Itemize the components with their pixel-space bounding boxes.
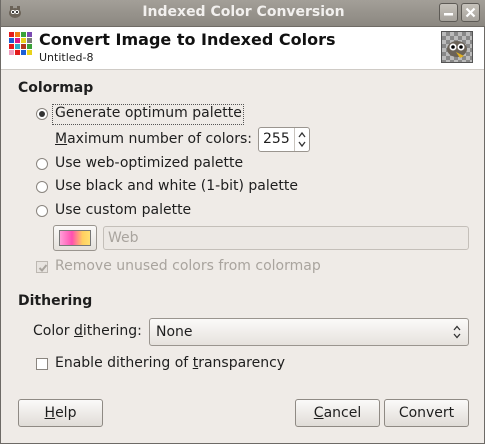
- radio-optimum-palette[interactable]: [36, 108, 48, 120]
- checkbox-remove-unused[interactable]: [36, 261, 48, 273]
- image-thumbnail-icon: [441, 31, 473, 63]
- dialog-header: Convert Image to Indexed Colors Untitled…: [1, 27, 484, 70]
- transparency-pre: Enable dithering of: [55, 355, 193, 371]
- help-button[interactable]: Help: [18, 399, 103, 427]
- radio-web-palette[interactable]: [36, 158, 48, 170]
- spin-down-icon: [298, 141, 306, 148]
- mnemonic-h: H: [44, 405, 56, 421]
- convert-button[interactable]: Convert: [384, 399, 469, 427]
- transparency-post: ransparency: [198, 355, 286, 371]
- checkbox-dither-transparency[interactable]: [36, 358, 48, 370]
- spin-arrows[interactable]: [294, 128, 309, 151]
- title-bar[interactable]: Indexed Color Conversion: [1, 0, 485, 27]
- close-button[interactable]: [461, 3, 480, 22]
- label-optimum-palette[interactable]: Generate optimum palette: [55, 105, 242, 121]
- header-subtitle: Untitled-8: [39, 51, 94, 64]
- cancel-text: ancel: [323, 405, 362, 421]
- mnemonic-d: d: [74, 323, 83, 339]
- label-web-palette[interactable]: Use web-optimized palette: [55, 155, 243, 171]
- color-dithering-post: ithering:: [82, 323, 142, 339]
- max-colors-text: aximum number of colors:: [67, 131, 252, 147]
- label-bw-palette[interactable]: Use black and white (1-bit) palette: [55, 178, 298, 194]
- cancel-button[interactable]: Cancel: [295, 399, 380, 427]
- mnemonic-c: C: [313, 405, 324, 421]
- palette-swatch-button[interactable]: [53, 225, 97, 251]
- minimize-button[interactable]: [439, 3, 458, 22]
- dithering-heading: Dithering: [18, 293, 93, 309]
- label-color-dithering: Color dithering:: [33, 323, 142, 339]
- color-dithering-select[interactable]: None: [149, 318, 469, 346]
- custom-palette-field[interactable]: Web: [103, 226, 469, 250]
- radio-bw-palette[interactable]: [36, 181, 48, 193]
- spin-up-icon: [298, 131, 306, 138]
- dialog-window: Indexed Color Conversion Convert Image t…: [0, 0, 485, 444]
- dropdown-arrows-icon: [452, 324, 462, 344]
- mnemonic-m: M: [55, 131, 68, 147]
- indexed-palette-icon: [9, 32, 33, 56]
- max-colors-spinbutton[interactable]: 255: [258, 127, 310, 152]
- max-colors-value: 255: [263, 131, 290, 147]
- label-dither-transparency[interactable]: Enable dithering of transparency: [55, 355, 285, 371]
- palette-gradient-icon: [59, 230, 91, 246]
- colormap-heading: Colormap: [18, 80, 94, 96]
- custom-palette-value: Web: [108, 230, 139, 246]
- color-dithering-pre: Color: [33, 323, 75, 339]
- label-max-colors: Maximum number of colors:: [55, 131, 252, 147]
- radio-custom-palette[interactable]: [36, 205, 48, 217]
- label-custom-palette[interactable]: Use custom palette: [55, 202, 191, 218]
- header-title: Convert Image to Indexed Colors: [39, 30, 336, 49]
- window-title: Indexed Color Conversion: [142, 4, 345, 20]
- label-remove-unused: Remove unused colors from colormap: [55, 258, 321, 274]
- help-text: elp: [55, 405, 77, 421]
- color-dithering-value: None: [156, 324, 193, 340]
